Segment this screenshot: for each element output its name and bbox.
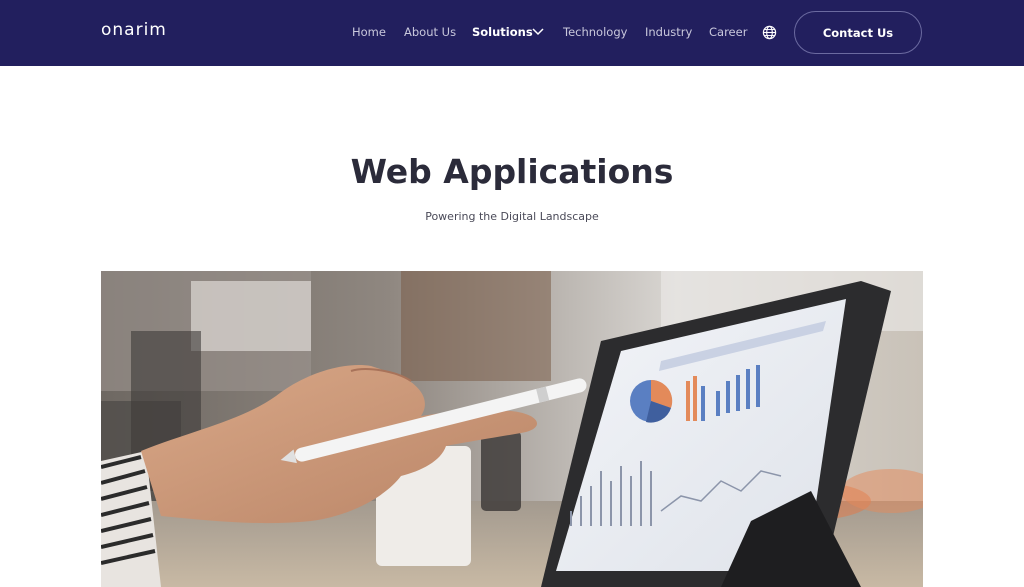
contact-us-button[interactable]: Contact Us <box>794 11 922 54</box>
top-navbar: onarim Home About Us Solutions Technolog… <box>0 0 1024 66</box>
nav-item-home[interactable]: Home <box>352 25 386 39</box>
nav-item-career[interactable]: Career <box>709 25 747 39</box>
globe-icon[interactable] <box>762 25 777 40</box>
nav-item-about-us[interactable]: About Us <box>404 25 456 39</box>
page-subtitle: Powering the Digital Landscape <box>425 210 599 223</box>
chevron-down-icon[interactable] <box>531 27 545 37</box>
tablet-chart-photo-icon <box>101 271 923 587</box>
hero-image <box>101 271 923 587</box>
nav-item-industry[interactable]: Industry <box>645 25 692 39</box>
page-title: Web Applications <box>350 152 674 191</box>
nav-item-technology[interactable]: Technology <box>563 25 627 39</box>
brand-logo[interactable]: onarim <box>101 20 167 40</box>
nav-item-solutions[interactable]: Solutions <box>472 25 533 39</box>
